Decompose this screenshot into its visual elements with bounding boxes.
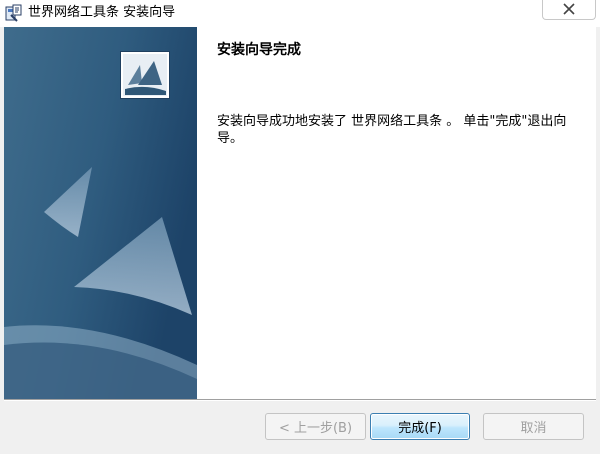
content-panel: 安装向导完成 安装向导成功地安装了 世界网络工具条 。 单击"完成"退出向导。: [197, 27, 596, 399]
side-banner: [4, 27, 197, 399]
title-bar: 世界网络工具条 安装向导: [0, 0, 600, 27]
completion-message: 安装向导成功地安装了 世界网络工具条 。 单击"完成"退出向导。: [217, 114, 567, 146]
installer-icon[interactable]: [5, 4, 23, 22]
cancel-button[interactable]: 取消: [483, 413, 584, 440]
window-title: 世界网络工具条 安装向导: [28, 5, 176, 20]
back-button[interactable]: < 上一步(B): [265, 413, 366, 440]
installer-logo: [120, 51, 170, 99]
finish-button[interactable]: 完成(F): [370, 413, 470, 440]
close-icon: [562, 0, 576, 19]
page-title: 安装向导完成: [217, 42, 301, 58]
close-button[interactable]: [542, 0, 596, 20]
